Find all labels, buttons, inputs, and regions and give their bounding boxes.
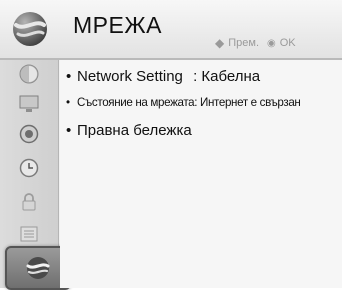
options-icon [20,226,38,242]
menu-item-network-status[interactable]: • Състояние на мрежата: Интернет е свърза… [66,96,301,109]
network-icon [26,257,50,279]
audio-icon [19,124,39,144]
menu-item-network-setting[interactable]: • Network Setting : Кабелна [66,68,260,85]
sidebar-item-time[interactable] [7,156,51,180]
menu-header: МРЕЖА ◆ Прем. ◉ OK [0,0,342,60]
menu-item-label: Правна бележка [77,122,192,139]
separator: : [193,68,198,85]
navigation-hint: ◆ Прем. ◉ OK [215,36,296,50]
picture-icon [19,64,39,84]
settings-screen: МРЕЖА ◆ Прем. ◉ OK • Network Setting: К… [0,0,342,290]
bullet: • [66,68,72,85]
dpad-icon: ◆ [215,36,225,50]
sidebar-item-audio[interactable] [7,122,51,146]
menu-item-label: Network Setting [77,68,183,85]
sidebar-item-lock[interactable] [7,190,51,214]
page-title: МРЕЖА [73,12,162,38]
network-globe-icon [13,12,47,46]
clock-icon [19,158,39,178]
bullet: • [66,96,70,109]
menu-item-label: Състояние на мрежата: Интернет е свързан [77,96,301,109]
category-sidebar [0,60,71,290]
hint-move-label: Прем. [228,37,259,49]
menu-content: • Network Setting : Кабелна • Състояние на… [60,60,342,288]
network-type-value: Кабелна [201,68,261,85]
sidebar-item-picture[interactable] [7,62,51,86]
lock-icon [22,193,36,211]
hint-ok-label: OK [279,37,296,49]
bullet: • [66,122,72,139]
tv-screen-icon [19,95,39,112]
sidebar-item-options[interactable] [7,222,51,246]
sidebar-item-screen[interactable] [7,92,51,116]
menu-item-legal-notice[interactable]: • Правна бележка [66,122,192,139]
ok-button-icon: ◉ [267,37,276,49]
